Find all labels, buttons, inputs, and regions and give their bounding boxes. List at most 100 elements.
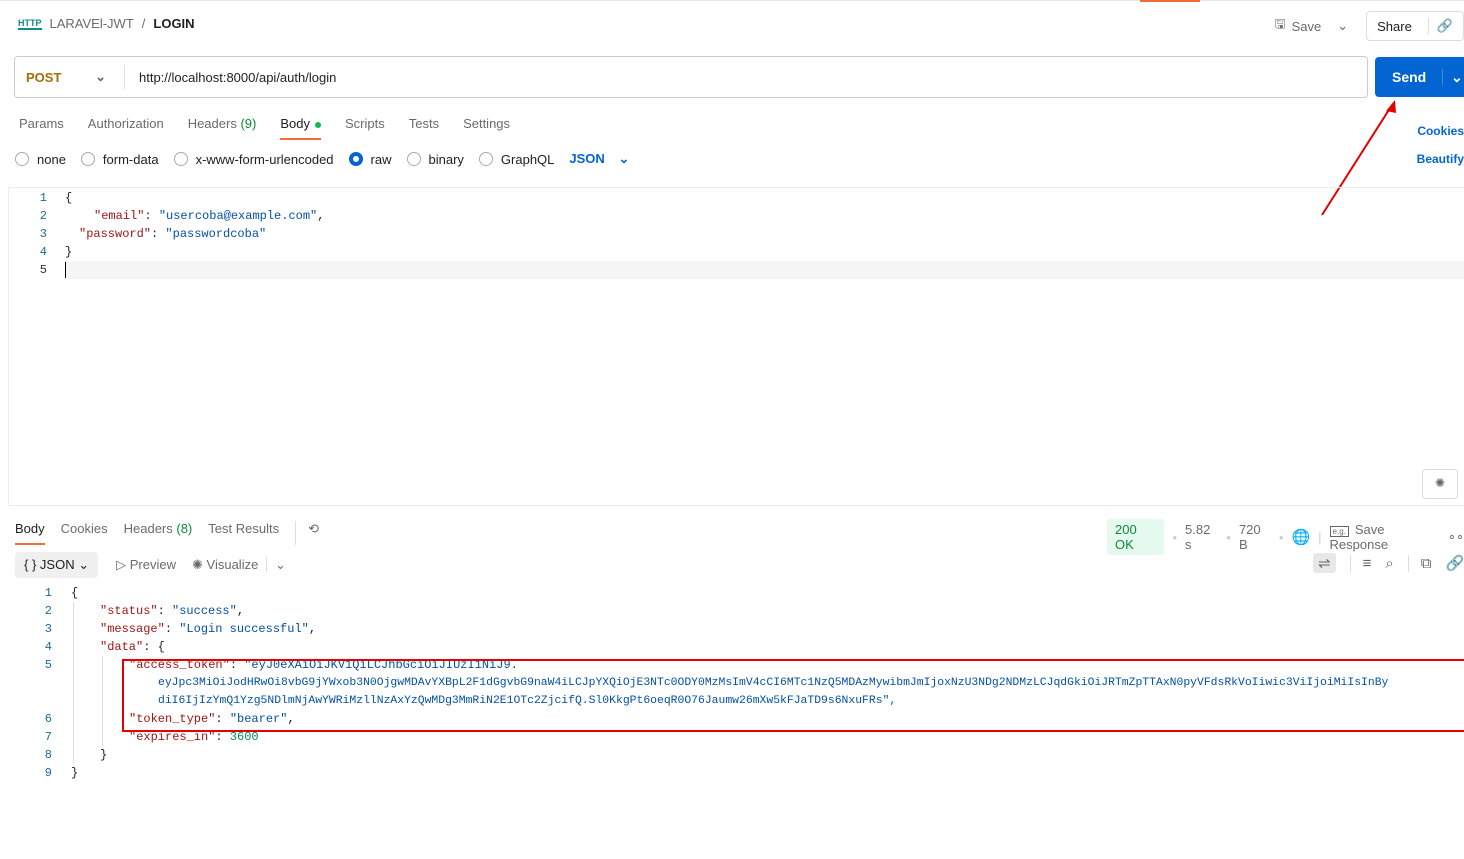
send-button[interactable]: Send ⌄ — [1375, 57, 1464, 97]
format-value: JSON — [569, 151, 605, 166]
radio-none[interactable]: none — [15, 152, 66, 167]
json-key: "status" — [100, 604, 158, 618]
radio-circle[interactable] — [80, 152, 95, 166]
cookies-link[interactable]: Cookies — [1417, 124, 1464, 138]
magic-icon[interactable]: ✺ — [1422, 469, 1458, 499]
tab-count: (8) — [176, 521, 193, 536]
radio-form-data[interactable]: form-data — [80, 152, 159, 167]
method-value: POST — [26, 69, 62, 85]
tab-headers[interactable]: Headers (9) — [188, 116, 257, 140]
example-icon: e.g. — [1329, 526, 1349, 537]
breadcrumb: HTTP LARAVEl-JWT / LOGIN — [18, 16, 195, 31]
share-label: Share — [1377, 18, 1412, 34]
preview-button[interactable]: ▷ Preview — [116, 557, 176, 573]
radio-circle[interactable] — [348, 152, 363, 166]
link-icon[interactable]: 🔗 — [1445, 554, 1464, 572]
line-number: 1 — [44, 586, 52, 600]
search-icon[interactable]: ⌕ — [1385, 555, 1393, 572]
globe-icon[interactable]: 🌐 — [1291, 528, 1310, 546]
current-line-highlight — [65, 261, 1464, 279]
history-icon[interactable]: ⟲ — [295, 521, 319, 545]
json-string: "success" — [172, 604, 237, 618]
radio-circle[interactable] — [478, 152, 493, 166]
tab-authorization[interactable]: Authorization — [88, 116, 164, 140]
share-button[interactable]: Share 🔗 — [1366, 11, 1464, 41]
link-icon[interactable]: 🔗 — [1427, 18, 1453, 34]
line-number: 6 — [44, 712, 52, 726]
radio-binary[interactable]: binary — [406, 151, 464, 167]
code-line: "data": { — [100, 640, 165, 654]
method-select[interactable]: POST ⌄ — [15, 65, 125, 89]
radio-label: raw — [370, 151, 392, 167]
radio-label: none — [37, 151, 66, 167]
top-actions: 🖫 Save ⌄ Share 🔗 — [1264, 9, 1464, 43]
tab-label: Headers — [123, 521, 173, 536]
play-icon: ▷ — [116, 557, 127, 572]
wrap-lines-icon[interactable]: ⇌ — [1313, 553, 1336, 573]
save-response-button[interactable]: e.g. Save Response — [1329, 522, 1440, 552]
response-size[interactable]: 720 B — [1239, 522, 1271, 552]
body-type-radios: none form-data x-www-form-urlencoded raw… — [15, 151, 629, 167]
json-key: "data" — [100, 640, 144, 654]
line-number: 4 — [44, 640, 52, 654]
response-format-select[interactable]: { } JSON ⌄ — [15, 552, 99, 578]
breadcrumb-collection[interactable]: LARAVEl-JWT — [50, 16, 134, 31]
indent-guide — [73, 602, 74, 764]
response-format-bar: { } JSON ⌄ ▷ Preview ✺ Visualize ⌄ — [15, 552, 286, 578]
breadcrumb-separator: / — [141, 16, 146, 31]
tab-response-cookies[interactable]: Cookies — [61, 521, 108, 545]
line-number: 8 — [44, 748, 52, 762]
json-string: "Login successful" — [179, 622, 309, 636]
tab-settings[interactable]: Settings — [463, 116, 510, 140]
top-border — [0, 0, 1464, 1]
filter-icon[interactable]: ≡ — [1349, 554, 1371, 572]
radio-raw[interactable]: raw — [348, 151, 392, 167]
tab-params[interactable]: Params — [19, 116, 64, 140]
response-meta: 200 OK • 5.82 s • 720 B • 🌐 | e.g. Save R… — [1107, 519, 1464, 555]
radio-label: x-www-form-urlencoded — [195, 151, 334, 167]
radio-circle[interactable] — [406, 152, 421, 166]
request-body-editor[interactable]: 1 2 3 4 5 { "email": "usercoba@example.c… — [8, 187, 1464, 506]
more-icon[interactable]: ∘∘ — [1448, 529, 1464, 545]
visualize-button[interactable]: ✺ Visualize ⌄ — [192, 557, 286, 573]
response-time[interactable]: 5.82 s — [1185, 522, 1218, 552]
tab-tests[interactable]: Tests — [409, 116, 439, 140]
line-number: 2 — [39, 209, 47, 223]
tab-body[interactable]: Body — [280, 116, 321, 140]
active-tab-indicator — [1140, 0, 1200, 2]
status-badge[interactable]: 200 OK — [1107, 519, 1165, 555]
beautify-link[interactable]: Beautify — [1417, 152, 1464, 166]
code-line: "email": "usercoba@example.com", — [94, 209, 325, 223]
json-key: "email" — [94, 209, 145, 223]
tab-test-results[interactable]: Test Results — [208, 521, 279, 545]
tab-scripts[interactable]: Scripts — [345, 116, 385, 140]
radio-graphql[interactable]: GraphQL — [478, 151, 555, 167]
copy-icon[interactable]: ⧉ — [1407, 554, 1431, 572]
annotation-highlight-box — [122, 659, 1464, 732]
body-format-select[interactable]: JSON ⌄ — [569, 151, 629, 167]
chevron-down-icon[interactable]: ⌄ — [265, 557, 286, 572]
save-label: Save — [1291, 18, 1322, 34]
preview-label: Preview — [129, 557, 176, 572]
divider: | — [1318, 529, 1322, 545]
json-key: "password" — [79, 227, 152, 241]
tab-label: Headers — [187, 116, 237, 131]
radio-label: GraphQL — [500, 151, 555, 167]
radio-label: binary — [428, 151, 464, 167]
radio-circle[interactable] — [173, 152, 188, 166]
line-number: 3 — [39, 227, 47, 241]
radio-urlencoded[interactable]: x-www-form-urlencoded — [173, 151, 334, 167]
chevron-down-icon[interactable]: ⌄ — [1443, 69, 1463, 86]
json-string: "passwordcoba" — [165, 227, 267, 241]
tab-response-body[interactable]: Body — [15, 521, 45, 545]
url-input[interactable]: http://localhost:8000/api/auth/login — [125, 70, 336, 85]
code-brace: } — [65, 245, 73, 259]
code-line: "status": "success", — [100, 604, 245, 618]
chevron-down-icon: ⌄ — [95, 69, 106, 84]
breadcrumb-request[interactable]: LOGIN — [153, 16, 194, 31]
save-button[interactable]: 🖫 Save ⌄ — [1264, 9, 1358, 43]
radio-circle[interactable] — [15, 152, 29, 166]
chevron-down-icon[interactable]: ⌄ — [1337, 18, 1348, 34]
line-number: 3 — [44, 622, 52, 636]
tab-response-headers[interactable]: Headers (8) — [124, 521, 193, 545]
